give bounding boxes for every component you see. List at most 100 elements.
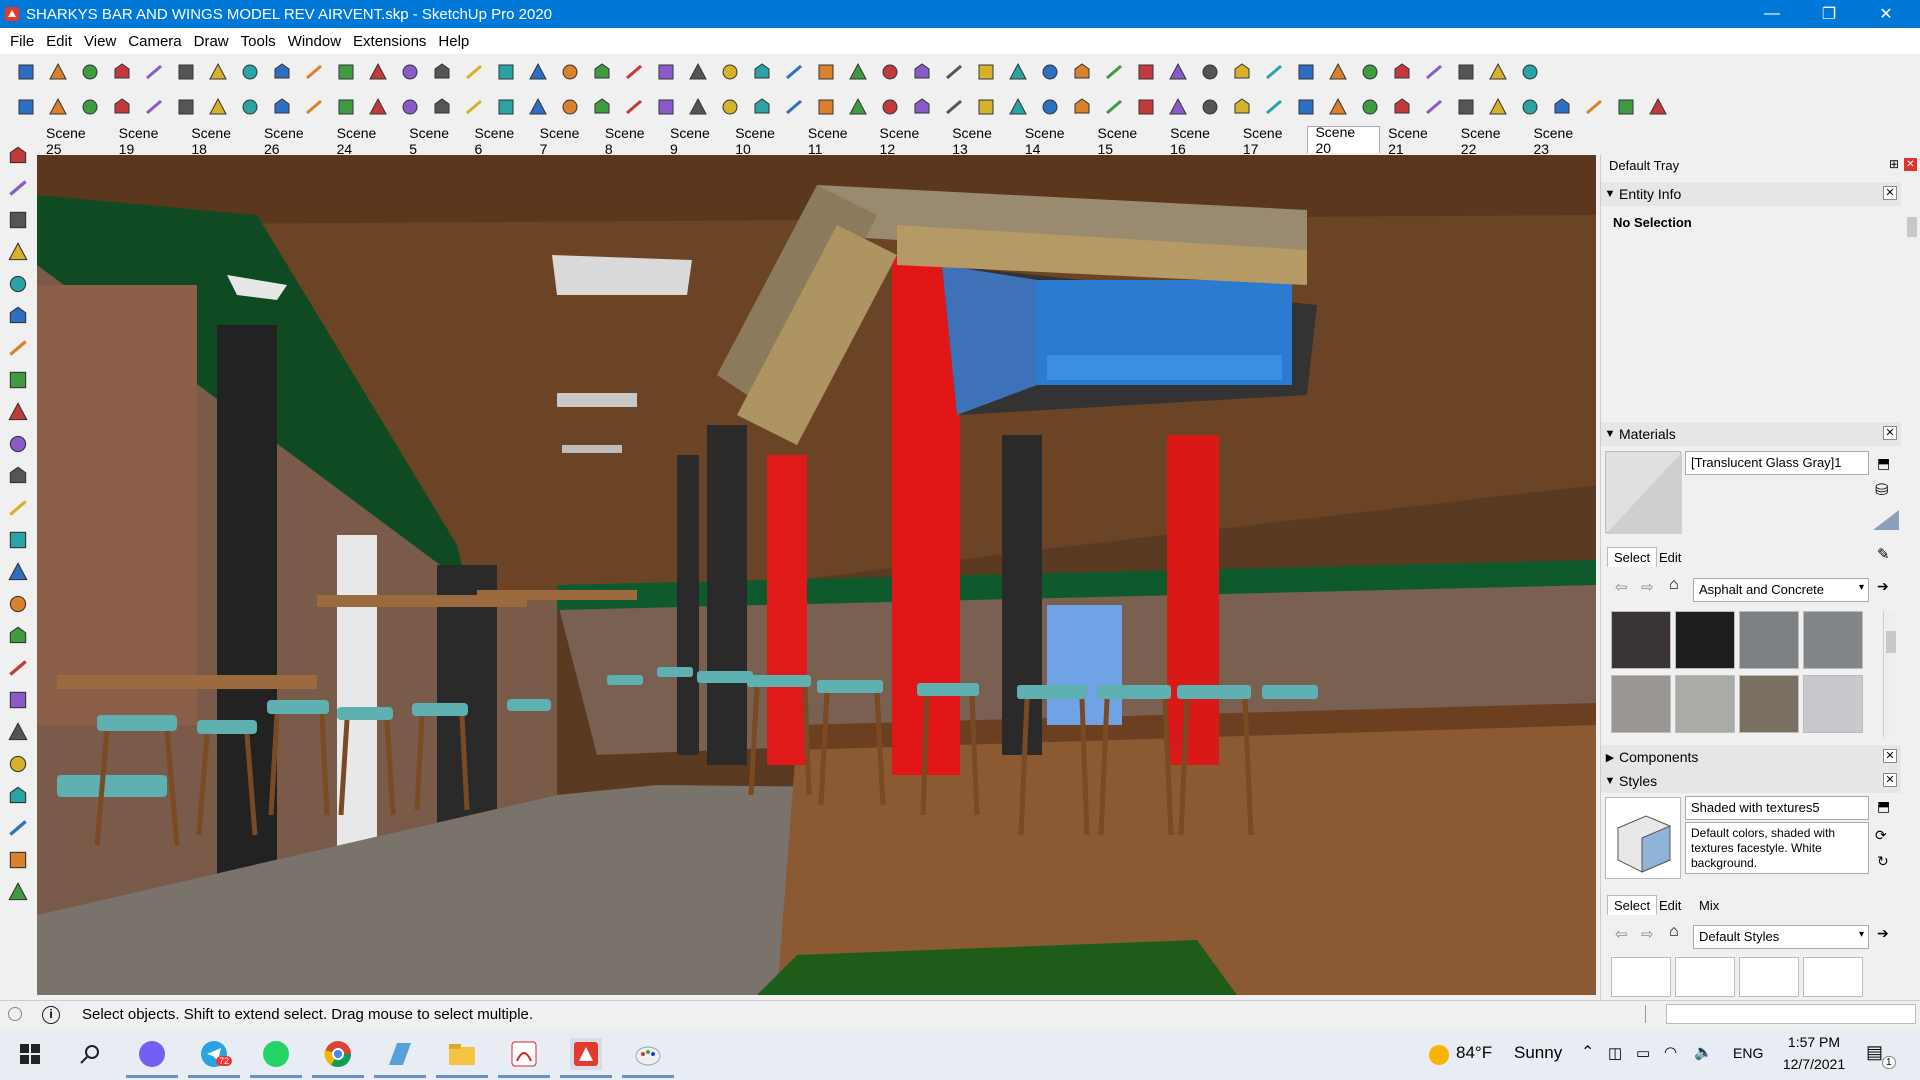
minimize-button[interactable]: — bbox=[1749, 0, 1795, 28]
scene-tab[interactable]: Scene 22 bbox=[1453, 125, 1526, 157]
select-icon[interactable] bbox=[14, 61, 38, 83]
truss-icon[interactable] bbox=[1102, 96, 1126, 118]
notifications-icon[interactable]: ▤ bbox=[1866, 1042, 1883, 1063]
pan-icon[interactable] bbox=[6, 688, 30, 712]
arc-icon[interactable] bbox=[6, 272, 30, 296]
materials-tab-edit[interactable]: Edit bbox=[1653, 548, 1687, 567]
language-indicator[interactable]: ENG bbox=[1733, 1045, 1763, 1061]
tray-scrollbar[interactable] bbox=[1905, 205, 1919, 995]
extension-icon[interactable] bbox=[942, 61, 966, 83]
paint-icon[interactable] bbox=[6, 208, 30, 232]
material-library-select[interactable]: Asphalt and Concrete ▾ bbox=[1693, 578, 1869, 602]
refresh-icon[interactable]: ↻ bbox=[1877, 853, 1889, 870]
grid-icon[interactable] bbox=[654, 96, 678, 118]
text-icon[interactable] bbox=[6, 592, 30, 616]
axes-icon[interactable] bbox=[718, 61, 742, 83]
section-icon[interactable] bbox=[462, 61, 486, 83]
meet-now-icon[interactable]: ◫ bbox=[1608, 1044, 1622, 1062]
split-icon[interactable] bbox=[302, 96, 326, 118]
section-icon[interactable] bbox=[6, 784, 30, 808]
shape-bender-icon[interactable] bbox=[590, 96, 614, 118]
skin-icon[interactable] bbox=[558, 96, 582, 118]
hidden-line-icon[interactable] bbox=[1166, 61, 1190, 83]
telegram-button[interactable]: 72 bbox=[188, 1038, 240, 1078]
menu-help[interactable]: Help bbox=[432, 33, 475, 50]
sketchup-taskbar-button[interactable] bbox=[560, 1038, 612, 1078]
plugin-h-icon[interactable] bbox=[1614, 96, 1638, 118]
loft-icon[interactable] bbox=[494, 96, 518, 118]
arc-icon[interactable] bbox=[46, 96, 70, 118]
arrow-pink-icon[interactable] bbox=[1486, 61, 1510, 83]
orbit-icon[interactable] bbox=[6, 656, 30, 680]
scene-tab[interactable]: Scene 20 bbox=[1307, 124, 1381, 156]
scroll-thumb[interactable] bbox=[1907, 217, 1917, 237]
zoom-extents-icon[interactable] bbox=[430, 61, 454, 83]
scene-tab[interactable]: Scene 18 bbox=[183, 125, 256, 157]
scene-tab[interactable]: Scene 14 bbox=[1017, 125, 1090, 157]
whatsapp-button[interactable] bbox=[250, 1038, 302, 1078]
scene-tab[interactable]: Scene 23 bbox=[1525, 125, 1598, 157]
offset-icon[interactable] bbox=[302, 61, 326, 83]
rotate-icon[interactable] bbox=[238, 61, 262, 83]
axes-icon[interactable] bbox=[6, 624, 30, 648]
scale-icon[interactable] bbox=[270, 61, 294, 83]
scene-tab[interactable]: Scene 9 bbox=[662, 125, 727, 157]
maximize-button[interactable]: ❐ bbox=[1806, 0, 1852, 28]
scene-tab[interactable]: Scene 13 bbox=[944, 125, 1017, 157]
footprints-icon[interactable] bbox=[558, 61, 582, 83]
plugin-g-icon[interactable] bbox=[1582, 96, 1606, 118]
clock-date[interactable]: 12/7/2021 bbox=[1776, 1056, 1852, 1072]
plugin-e-icon[interactable] bbox=[1518, 96, 1542, 118]
look-around-icon[interactable] bbox=[526, 61, 550, 83]
material-swatch[interactable] bbox=[1675, 611, 1735, 669]
select-icon[interactable] bbox=[6, 144, 30, 168]
push-pull-icon[interactable] bbox=[174, 61, 198, 83]
close-button[interactable]: ✕ bbox=[1863, 0, 1909, 28]
window-tool-icon[interactable] bbox=[878, 96, 902, 118]
components-close-icon[interactable]: ✕ bbox=[1883, 749, 1897, 763]
line-icon[interactable] bbox=[6, 240, 30, 264]
trim-icon[interactable] bbox=[270, 96, 294, 118]
pan-icon[interactable] bbox=[366, 61, 390, 83]
forward-icon[interactable]: ⇨ bbox=[1641, 578, 1654, 596]
move-icon[interactable] bbox=[6, 368, 30, 392]
material-name-field[interactable]: [Translucent Glass Gray]1 bbox=[1685, 451, 1869, 475]
sweep-icon[interactable] bbox=[526, 96, 550, 118]
stair-icon[interactable] bbox=[814, 96, 838, 118]
look-around-icon[interactable] bbox=[6, 880, 30, 904]
orbit-icon[interactable] bbox=[334, 61, 358, 83]
push-pull-icon[interactable] bbox=[6, 336, 30, 360]
curve-icon[interactable] bbox=[1518, 61, 1542, 83]
arrow-red2-icon[interactable] bbox=[1358, 61, 1382, 83]
subtract-icon[interactable] bbox=[238, 96, 262, 118]
material-swatch[interactable] bbox=[1611, 675, 1671, 733]
material-swatch[interactable] bbox=[1803, 611, 1863, 669]
scene-tab[interactable]: Scene 5 bbox=[401, 125, 466, 157]
geo-location-icon[interactable] bbox=[8, 1007, 22, 1021]
mirror-icon[interactable] bbox=[718, 96, 742, 118]
style-name-field[interactable]: Shaded with textures5 bbox=[1685, 796, 1869, 820]
show-hidden-icons-icon[interactable]: ⌃ bbox=[1581, 1042, 1594, 1062]
battery-icon[interactable]: ▭ bbox=[1636, 1044, 1650, 1062]
profile-icon[interactable] bbox=[1326, 96, 1350, 118]
zoom-window-icon[interactable] bbox=[6, 752, 30, 776]
layer-icon[interactable] bbox=[814, 61, 838, 83]
roof-icon[interactable] bbox=[974, 96, 998, 118]
wall-tool-icon[interactable] bbox=[942, 96, 966, 118]
scene-tab[interactable]: Scene 26 bbox=[256, 125, 329, 157]
default-material-icon[interactable] bbox=[1873, 510, 1899, 530]
file-explorer-button[interactable] bbox=[436, 1038, 488, 1078]
styles-tab-mix[interactable]: Mix bbox=[1693, 896, 1725, 915]
menu-view[interactable]: View bbox=[78, 33, 122, 50]
plugin-f-icon[interactable] bbox=[1550, 96, 1574, 118]
warehouse-icon[interactable] bbox=[910, 61, 934, 83]
freehand-icon[interactable] bbox=[110, 96, 134, 118]
create-material-icon[interactable]: ⬒ bbox=[1877, 455, 1890, 472]
3d-text-icon[interactable] bbox=[750, 61, 774, 83]
measurements-box[interactable] bbox=[1666, 1004, 1916, 1024]
joist-icon[interactable] bbox=[1134, 96, 1158, 118]
shape-icon[interactable] bbox=[6, 304, 30, 328]
scale-tool-icon[interactable] bbox=[1358, 96, 1382, 118]
scene-tab[interactable]: Scene 24 bbox=[329, 125, 402, 157]
materials-tab-select[interactable]: Select bbox=[1607, 547, 1658, 567]
